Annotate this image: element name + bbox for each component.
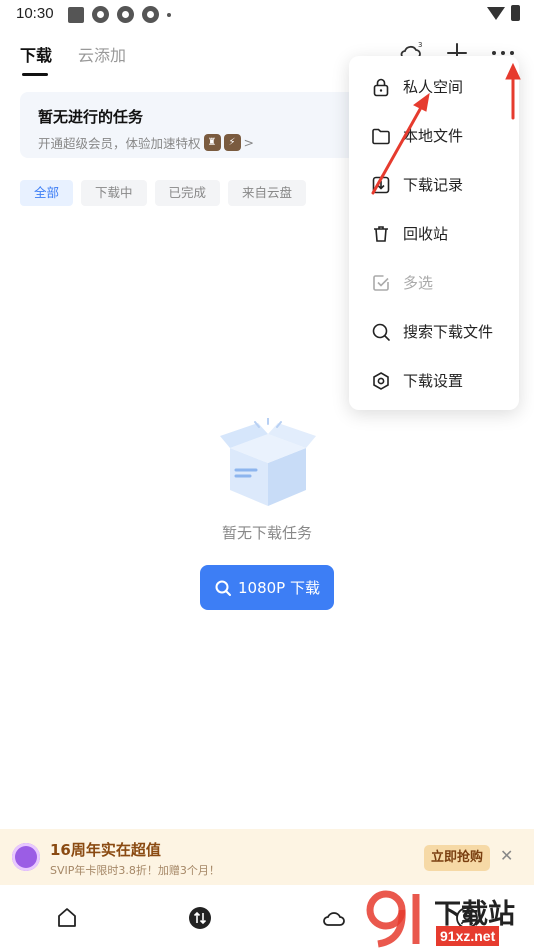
watermark-url: 91xz.net [436, 926, 500, 946]
folder-icon [372, 128, 390, 144]
promo-title: 16周年实在超值 [50, 841, 161, 859]
menu-item-private-space[interactable]: 私人空间 [349, 62, 519, 111]
home-icon[interactable] [55, 906, 79, 930]
menu-item-label: 本地文件 [403, 127, 464, 145]
lock-icon [373, 78, 389, 96]
svip-badge-icon: ♜ [203, 134, 221, 151]
battery-icon [511, 5, 520, 21]
search-icon [372, 323, 390, 341]
filter-downloading[interactable]: 下载中 [81, 180, 147, 206]
cloud-badge: 3 [418, 41, 422, 49]
site-watermark: 下载站 91xz.net [360, 888, 534, 950]
filter-completed[interactable]: 已完成 [154, 180, 221, 206]
close-icon[interactable]: ✕ [500, 846, 513, 865]
filter-chips: 全部 下载中 已完成 来自云盘 [20, 180, 307, 206]
more-notifications-icon [167, 12, 171, 17]
search-icon [215, 580, 231, 596]
notification-icons [68, 6, 171, 23]
download-1080p-label: 1080P 下载 [238, 579, 320, 597]
filter-from-cloud[interactable]: 来自云盘 [228, 180, 307, 206]
menu-item-label: 私人空间 [403, 78, 464, 96]
menu-item-multi-select[interactable]: 多选 [349, 258, 519, 307]
app-notification-icon [68, 6, 84, 23]
filter-all[interactable]: 全部 [20, 180, 74, 206]
menu-item-download-history[interactable]: 下载记录 [349, 160, 519, 209]
menu-item-download-settings[interactable]: 下载设置 [349, 356, 519, 405]
promo-bar[interactable]: 16周年实在超值 SVIP年卡限时3.8折！加赠3个月！ 立即抢购 ✕ [0, 829, 534, 885]
cloud-drive-icon[interactable] [322, 906, 346, 930]
notification-icon [117, 6, 134, 23]
top-tabs: 下载 云添加 [20, 42, 126, 76]
chevron-right-icon: > [243, 135, 254, 150]
empty-box-illustration [220, 418, 316, 506]
download-1080p-button[interactable]: 1080P 下载 [200, 565, 334, 610]
menu-item-label: 下载设置 [403, 372, 464, 390]
watermark-logo-icon [366, 890, 420, 948]
transfer-icon[interactable] [188, 906, 212, 930]
settings-icon [373, 371, 389, 390]
menu-item-label: 搜索下载文件 [403, 323, 494, 341]
tab-download[interactable]: 下载 [20, 42, 52, 76]
empty-state-text: 暂无下载任务 [221, 524, 312, 542]
buy-now-button[interactable]: 立即抢购 [424, 845, 490, 871]
banner-subtitle: 开通超级会员，体验加速特权 [38, 136, 201, 151]
menu-item-label: 多选 [403, 274, 434, 292]
notification-icon [142, 6, 159, 23]
menu-item-label: 下载记录 [403, 176, 464, 194]
status-time: 10:30 [16, 5, 54, 22]
tab-cloud-add[interactable]: 云添加 [78, 42, 126, 76]
menu-item-local-files[interactable]: 本地文件 [349, 111, 519, 160]
anniversary-badge-icon [12, 843, 40, 871]
promo-subtitle: SVIP年卡限时3.8折！加赠3个月！ [50, 864, 220, 877]
trash-icon [374, 225, 388, 242]
menu-item-recycle-bin[interactable]: 回收站 [349, 209, 519, 258]
system-icons [487, 5, 520, 21]
download-record-icon [372, 176, 390, 193]
menu-item-label: 回收站 [403, 225, 449, 243]
menu-item-search-downloads[interactable]: 搜索下载文件 [349, 307, 519, 356]
speedup-badge-icon: ⚡ [223, 134, 241, 151]
status-bar: 10:30 [0, 0, 534, 30]
more-menu: 私人空间 本地文件 下载记录 回收站 多选 搜索下载文件 下载设置 [349, 56, 519, 410]
notification-icon [92, 6, 109, 23]
wifi-icon [487, 6, 505, 20]
checkbox-icon [373, 274, 389, 291]
